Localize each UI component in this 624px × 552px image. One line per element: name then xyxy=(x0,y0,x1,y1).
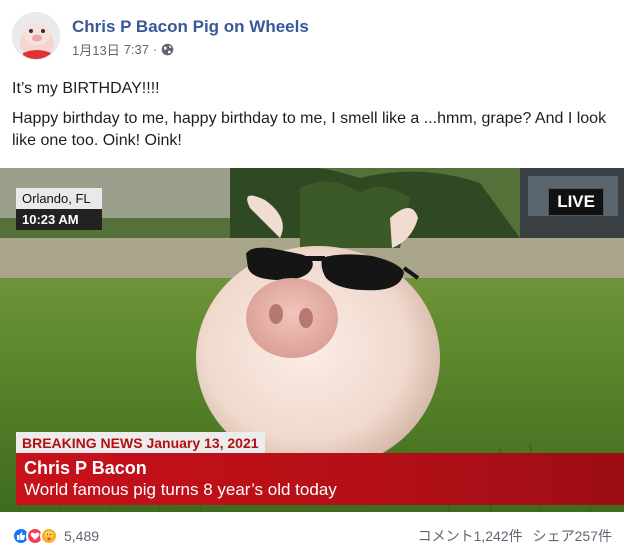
facebook-post: Chris P Bacon Pig on Wheels 1月13日 7:37 ·… xyxy=(0,0,624,552)
breaking-news-strip: BREAKING NEWS January 13, 2021 xyxy=(16,432,265,454)
post-time[interactable]: 7:37 xyxy=(124,42,149,57)
engagement-stats: コメント1,242件 シェア257件 xyxy=(418,526,612,546)
shares-count-link[interactable]: シェア257件 xyxy=(533,526,612,546)
stats-gap xyxy=(523,526,533,546)
post-image[interactable]: Orlando, FL 10:23 AM LIVE BREAKING NEWS … xyxy=(0,168,624,512)
page-name-link[interactable]: Chris P Bacon Pig on Wheels xyxy=(72,16,309,38)
post-line-1: It’s my BIRTHDAY!!!! xyxy=(12,80,160,97)
reactions-summary[interactable]: 5,489 xyxy=(12,527,99,545)
post-header: Chris P Bacon Pig on Wheels 1月13日 7:37 · xyxy=(12,12,309,62)
pig-avatar-icon xyxy=(13,13,59,59)
timestamp-row: 1月13日 7:37 · xyxy=(72,40,309,59)
location-clock: 10:23 AM xyxy=(16,209,102,230)
post-meta: Chris P Bacon Pig on Wheels 1月13日 7:37 · xyxy=(72,16,309,59)
location-box: Orlando, FL 10:23 AM xyxy=(16,188,102,230)
globe-icon[interactable] xyxy=(161,43,174,56)
post-date[interactable]: 1月13日 xyxy=(72,40,120,59)
comments-count-link[interactable]: コメント1,242件 xyxy=(418,526,523,546)
care-icon xyxy=(40,527,58,545)
post-footer: 5,489 コメント1,242件 シェア257件 xyxy=(12,524,612,548)
reaction-count: 5,489 xyxy=(64,528,100,544)
post-line-2: Happy birthday to me, happy birthday to … xyxy=(12,110,607,149)
location-city: Orlando, FL xyxy=(16,188,102,209)
headline-tagline: World famous pig turns 8 year’s old toda… xyxy=(24,480,337,499)
news-lower-third: Chris P Bacon World famous pig turns 8 y… xyxy=(16,453,624,505)
live-badge: LIVE xyxy=(548,188,604,216)
headline-name: Chris P Bacon xyxy=(24,458,147,478)
post-message: It’s my BIRTHDAY!!!! Happy birthday to m… xyxy=(12,78,612,160)
meta-separator: · xyxy=(153,42,158,57)
page-avatar[interactable] xyxy=(12,12,60,60)
